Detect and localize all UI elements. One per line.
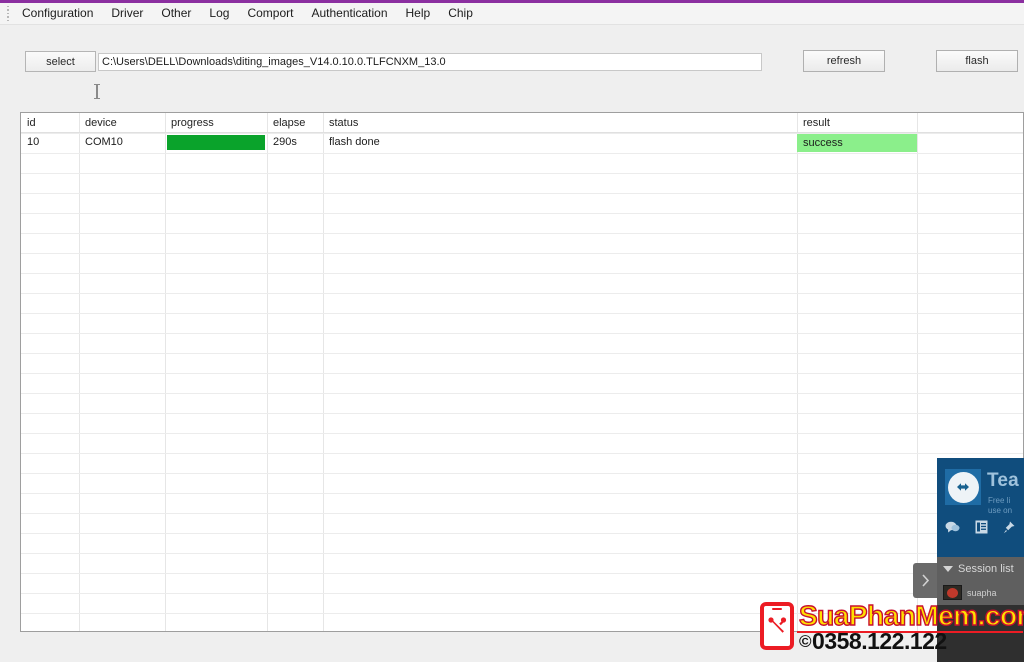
row-separator	[21, 293, 1023, 294]
cell-device[interactable]: COM10	[79, 133, 165, 153]
teamviewer-subtitle-line1: Free li	[988, 496, 1012, 506]
cell-result[interactable]: success	[797, 134, 917, 152]
session-list-label: Session list	[958, 563, 1014, 575]
text-cursor-artifact	[96, 84, 98, 99]
row-separator	[21, 413, 1023, 414]
select-button[interactable]: select	[25, 51, 96, 72]
row-separator	[21, 173, 1023, 174]
row-separator	[21, 513, 1023, 514]
menu-item-comport[interactable]: Comport	[238, 4, 302, 23]
menu-item-chip[interactable]: Chip	[439, 4, 482, 23]
row-separator	[21, 393, 1023, 394]
chevron-right-icon	[921, 574, 930, 587]
progress-bar	[167, 135, 265, 150]
menu-bar: Configuration Driver Other Log Comport A…	[0, 3, 1024, 25]
teamviewer-session-list[interactable]: Session list suapha	[937, 557, 1024, 605]
column-header-status[interactable]: status	[323, 114, 797, 133]
row-separator	[21, 193, 1023, 194]
column-header-id[interactable]: id	[21, 114, 79, 133]
row-separator	[21, 533, 1023, 534]
menu-item-authentication[interactable]: Authentication	[302, 4, 396, 23]
teamviewer-subtitle-line2: use on	[988, 506, 1012, 516]
teamviewer-header: Tea Free li use on	[937, 458, 1024, 557]
row-separator	[21, 433, 1023, 434]
firmware-path-input[interactable]	[98, 53, 762, 71]
chevron-down-icon	[943, 566, 953, 572]
watermark: SuaPhanMem.com © 0358.122.122	[757, 600, 1024, 652]
row-separator	[21, 333, 1023, 334]
refresh-button[interactable]: refresh	[803, 50, 885, 72]
row-separator	[21, 493, 1023, 494]
row-separator	[21, 213, 1023, 214]
teamviewer-toolbar	[945, 520, 1015, 534]
row-separator	[21, 253, 1023, 254]
row-separator	[21, 553, 1023, 554]
row-separator	[21, 453, 1023, 454]
column-header-elapse[interactable]: elapse	[267, 114, 323, 133]
pin-icon[interactable]	[1003, 521, 1015, 534]
menu-item-driver[interactable]: Driver	[102, 4, 152, 23]
flash-button[interactable]: flash	[936, 50, 1018, 72]
teamviewer-subtitle: Free li use on	[988, 496, 1012, 516]
row-separator	[21, 313, 1023, 314]
app-window: Configuration Driver Other Log Comport A…	[0, 0, 1024, 662]
row-separator	[21, 153, 1023, 154]
session-list-item[interactable]: suapha	[943, 585, 997, 600]
notes-icon[interactable]	[975, 520, 988, 534]
teamviewer-collapse-button[interactable]	[913, 563, 937, 598]
session-name: suapha	[967, 588, 997, 598]
row-separator	[21, 573, 1023, 574]
row-separator	[21, 373, 1023, 374]
row-separator	[21, 233, 1023, 234]
menu-item-log[interactable]: Log	[200, 4, 238, 23]
session-list-toggle[interactable]: Session list	[943, 563, 1014, 575]
teamviewer-title: Tea	[987, 470, 1019, 492]
teamviewer-arrows-icon	[945, 469, 981, 505]
cell-status[interactable]: flash done	[323, 133, 797, 153]
menu-item-other[interactable]: Other	[152, 4, 200, 23]
session-thumbnail-icon	[943, 585, 962, 600]
menu-item-help[interactable]: Help	[397, 4, 440, 23]
watermark-phone-number: 0358.122.122	[812, 629, 947, 654]
column-header-result[interactable]: result	[797, 114, 917, 133]
column-header-progress[interactable]: progress	[165, 114, 267, 133]
call-icon: ©	[799, 633, 811, 650]
phone-repair-icon	[760, 602, 794, 650]
device-grid[interactable]: iddeviceprogresselapsestatusresult 10COM1…	[20, 112, 1024, 632]
cell-id[interactable]: 10	[21, 133, 79, 153]
row-separator	[21, 473, 1023, 474]
menu-item-configuration[interactable]: Configuration	[13, 4, 102, 23]
column-header-device[interactable]: device	[79, 114, 165, 133]
row-separator	[21, 353, 1023, 354]
row-separator	[21, 593, 1023, 594]
chat-icon[interactable]	[945, 521, 960, 534]
watermark-phone: © 0358.122.122	[799, 629, 947, 654]
watermark-brand: SuaPhanMem.com	[799, 601, 1024, 631]
drag-grip-icon[interactable]	[2, 6, 13, 22]
cell-elapse[interactable]: 290s	[267, 133, 323, 153]
row-separator	[21, 273, 1023, 274]
row-separator	[21, 133, 1023, 134]
